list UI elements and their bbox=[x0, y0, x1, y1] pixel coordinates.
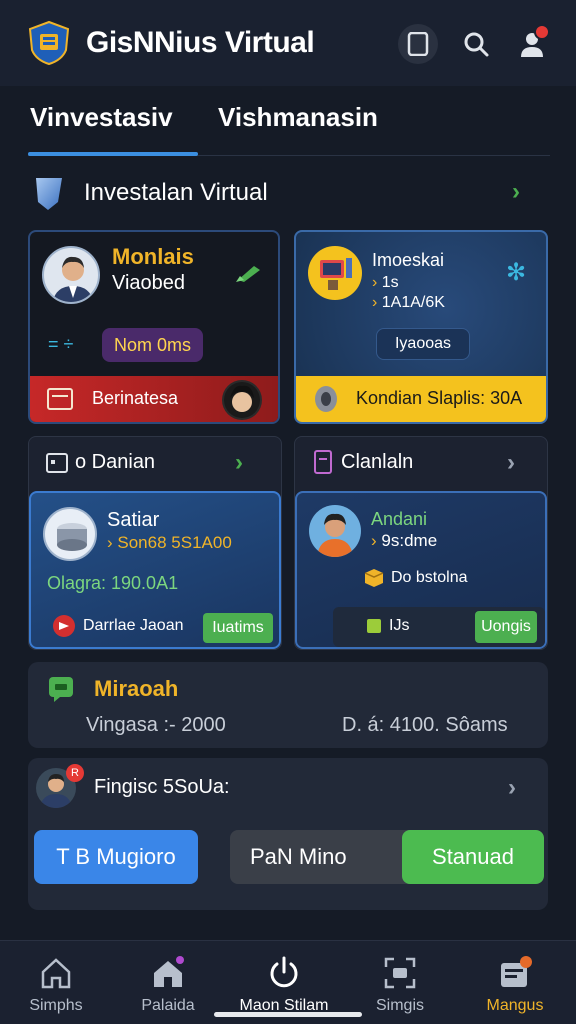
card-danian[interactable]: o Danian › Satiar › Son68 5S1A00 Olagra:… bbox=[28, 436, 282, 650]
card-title: Andani bbox=[371, 509, 428, 529]
card-footer-text: IJs bbox=[389, 617, 410, 634]
notification-badge bbox=[534, 24, 550, 40]
card-footer: IJs Uongis bbox=[333, 607, 545, 647]
sticker-avatar bbox=[222, 380, 262, 420]
app-title: GisNNius Virtual bbox=[86, 26, 315, 59]
avatar bbox=[308, 246, 362, 300]
card-subtitle: › Son68 5S1A00 bbox=[107, 533, 232, 552]
flag-badge-icon bbox=[53, 615, 75, 637]
card-footer[interactable]: Kondian Slaplis: 30A bbox=[296, 376, 546, 422]
card-line-2-value: 1A1A/6K bbox=[381, 294, 445, 311]
tab-bar: Vinvestasiv Vishmanasin bbox=[0, 86, 576, 160]
home-icon bbox=[41, 958, 71, 989]
card-footer-label: Berinatesa bbox=[92, 388, 179, 408]
avatar bbox=[42, 246, 100, 304]
section-title: Investalan Virtual bbox=[84, 179, 268, 206]
card-title: Monlais bbox=[112, 244, 194, 269]
shield-logo-icon bbox=[26, 20, 72, 66]
nav-item-simphs[interactable]: Simphs bbox=[1, 947, 111, 1017]
card-subtitle: › 9s:dme bbox=[371, 531, 438, 550]
chevron-right-icon[interactable]: › bbox=[235, 449, 243, 477]
segmented-toggle[interactable]: PaN Mino Stanuad bbox=[230, 830, 544, 884]
nav-item-simgis[interactable]: Simgis bbox=[345, 947, 455, 1017]
nav-label: Palaida bbox=[141, 997, 195, 1014]
card-clanlaln[interactable]: Clanlaln › Andani › 9s:dme Do bstolna IJ… bbox=[294, 436, 548, 650]
card-subtitle-value: 9s:dme bbox=[381, 531, 438, 550]
nav-item-mangus[interactable]: Mangus bbox=[460, 947, 570, 1017]
folder-icon bbox=[47, 388, 73, 410]
active-tab-indicator bbox=[28, 152, 198, 156]
chevron-right-icon[interactable]: › bbox=[508, 774, 516, 802]
inbox-badge-icon bbox=[501, 956, 532, 987]
app-header: GisNNius Virtual bbox=[0, 0, 576, 86]
chevron-right-icon[interactable]: › bbox=[512, 178, 520, 206]
row-title: Miraoah bbox=[94, 676, 179, 701]
avatar bbox=[309, 505, 361, 557]
scan-icon bbox=[384, 957, 416, 989]
primary-button[interactable]: T B Mugioro bbox=[34, 830, 198, 884]
card-action-button[interactable]: Iyaooas bbox=[376, 328, 470, 360]
status-pill: Nom 0ms bbox=[102, 328, 204, 362]
card-footer-label: Kondian Slaplis: 30A bbox=[356, 388, 523, 408]
card-title: Imoeskai bbox=[372, 250, 445, 270]
tab-vishmanasin[interactable]: Vishmanasin bbox=[218, 102, 378, 133]
card-line: Do bstolna bbox=[391, 569, 468, 586]
diamond-icon bbox=[36, 178, 62, 210]
tab-vinvestasiv[interactable]: Vinvestasiv bbox=[30, 102, 173, 133]
card-inner-panel: Satiar › Son68 5S1A00 Olagra: 190.0A1 Da… bbox=[29, 491, 281, 649]
document-icon bbox=[314, 450, 332, 474]
nav-item-maon-stilam[interactable]: Maon Stilam bbox=[229, 947, 339, 1017]
card-inner-panel: Andani › 9s:dme Do bstolna IJs Uongis bbox=[295, 491, 547, 649]
list-prefix: = ÷ bbox=[48, 334, 74, 354]
row-right-value: D. á: 4100. Sôams bbox=[342, 714, 508, 736]
pencil-icon[interactable] bbox=[234, 262, 264, 289]
investment-card-imoeskai[interactable]: Imoeskai › 1s › 1A1A/6K ✻ Iyaooas Kondia… bbox=[294, 230, 548, 424]
bottom-card: R Fingisc 5SoUa: › T B Mugioro PaN Mino … bbox=[28, 758, 548, 910]
nav-item-palaida[interactable]: Palaida bbox=[113, 947, 223, 1017]
drum-icon bbox=[43, 507, 97, 561]
row-left-value: Vingasa :- 2000 bbox=[86, 714, 226, 736]
speaker-icon bbox=[315, 386, 337, 412]
card-footer-text: Darrlae Jaoan bbox=[83, 617, 184, 634]
nav-label: Mangus bbox=[486, 997, 544, 1014]
search-button[interactable] bbox=[456, 24, 496, 64]
card-title: Satiar bbox=[107, 509, 160, 531]
search-icon bbox=[464, 32, 489, 57]
card-subtitle-value: Son68 5S1A00 bbox=[117, 533, 232, 552]
snowflake-icon: ✻ bbox=[506, 259, 527, 286]
user-button[interactable] bbox=[512, 24, 552, 64]
nav-label: Simphs bbox=[29, 997, 83, 1014]
summary-row[interactable]: Miraoah Vingasa :- 2000 D. á: 4100. Sôam… bbox=[28, 662, 548, 748]
home-indicator bbox=[214, 1012, 362, 1017]
card-stat: Olagra: 190.0A1 bbox=[47, 573, 179, 593]
card-action-button[interactable]: Uongis bbox=[475, 611, 537, 643]
tablet-button[interactable] bbox=[398, 24, 438, 64]
card-header: o Danian bbox=[75, 451, 156, 473]
card-footer[interactable]: Berinatesa bbox=[30, 376, 278, 422]
card-line-1-value: 1s bbox=[381, 274, 399, 291]
calendar-icon bbox=[46, 453, 68, 473]
card-line-2: › 1A1A/6K bbox=[372, 294, 445, 311]
power-icon bbox=[270, 956, 298, 988]
card-action-button[interactable]: Iuatims bbox=[203, 613, 273, 643]
card-header: Clanlaln bbox=[341, 451, 414, 473]
card-line-1: › 1s bbox=[372, 274, 399, 291]
tablet-icon bbox=[407, 32, 429, 56]
notification-badge: R bbox=[66, 764, 84, 782]
toggle-option-left[interactable]: PaN Mino bbox=[250, 830, 347, 884]
toggle-option-right[interactable]: Stanuad bbox=[402, 830, 544, 884]
investment-card-monlais[interactable]: Monlais Viaobed = ÷ Nom 0ms Berinatesa bbox=[28, 230, 280, 424]
chat-icon bbox=[49, 677, 73, 702]
chevron-right-icon[interactable]: › bbox=[507, 449, 515, 477]
card-subtitle: Viaobed bbox=[112, 272, 186, 294]
tag-icon bbox=[367, 619, 381, 633]
house-badge-icon bbox=[154, 956, 184, 987]
box-icon bbox=[364, 569, 384, 587]
bottom-card-title: Fingisc 5SoUa: bbox=[94, 776, 230, 798]
section-header[interactable]: Investalan Virtual › bbox=[28, 166, 550, 220]
